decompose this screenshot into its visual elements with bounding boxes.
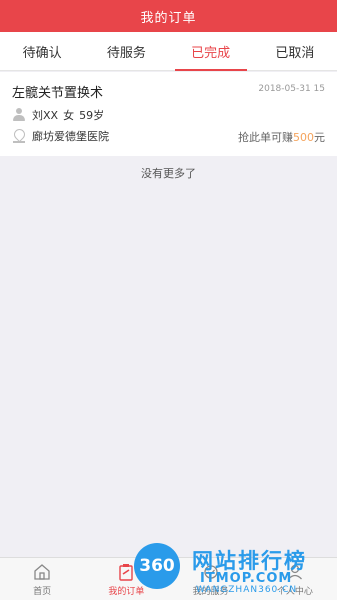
earn-amount: 500	[293, 131, 314, 144]
page-title: 我的订单	[140, 10, 197, 26]
order-status-tabs: 待确认 待服务 已完成 已取消	[0, 32, 337, 71]
bottom-tab-bar: 首页 我的订单 我的服务 个人中心	[0, 557, 337, 600]
patient-icon	[12, 108, 26, 122]
service-icon	[203, 565, 218, 579]
patient-row: 刘XX 女 59岁	[12, 107, 109, 123]
order-title: 左髋关节置换术	[12, 86, 104, 101]
home-icon	[34, 564, 50, 580]
tabbar-services[interactable]: 我的服务	[169, 558, 253, 600]
patient-name: 刘XX	[32, 109, 59, 122]
earn-info: 抢此单可赚500元	[238, 129, 325, 145]
tab-pending-service[interactable]: 待服务	[84, 32, 168, 70]
tab-pending-confirm[interactable]: 待确认	[0, 32, 84, 70]
tabbar-label-profile: 个人中心	[276, 587, 313, 597]
tabbar-label-home: 首页	[33, 587, 52, 597]
tab-cancelled[interactable]: 已取消	[253, 32, 337, 70]
earn-unit: 元	[314, 131, 325, 144]
tabbar-home[interactable]: 首页	[0, 558, 84, 600]
earn-prefix: 抢此单可赚	[238, 131, 293, 144]
tab-completed[interactable]: 已完成	[169, 32, 253, 70]
person-icon	[287, 564, 302, 580]
list-end-text: 没有更多了	[141, 167, 196, 180]
tabbar-orders[interactable]: 我的订单	[84, 558, 168, 600]
order-time: 2018-05-31 15	[258, 84, 325, 94]
patient-age: 59岁	[79, 109, 105, 122]
tabbar-profile[interactable]: 个人中心	[253, 558, 337, 600]
tabbar-label-orders: 我的订单	[108, 587, 145, 597]
tabbar-label-services: 我的服务	[192, 587, 229, 597]
top-nav-bar: 我的订单	[0, 0, 337, 32]
hospital-row: 廊坊爱德堡医院	[12, 128, 109, 144]
location-pin-icon	[12, 129, 26, 143]
order-card[interactable]: 左髋关节置换术 2018-05-31 15 刘XX 女 59岁 廊坊爱德堡医院 抢此…	[0, 72, 337, 156]
hospital-name: 廊坊爱德堡医院	[32, 130, 109, 143]
patient-gender: 女	[63, 109, 75, 122]
patient-info: 刘XX 女 59岁	[32, 107, 109, 123]
clipboard-icon	[119, 564, 134, 581]
